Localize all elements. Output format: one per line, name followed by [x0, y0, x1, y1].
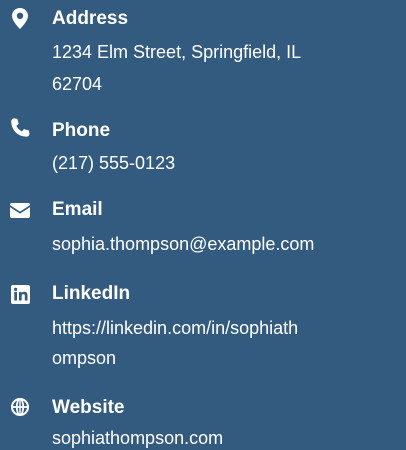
website-link[interactable]: sophiathompson.com	[52, 426, 396, 450]
address-value-line1: 1234 Elm Street, Springfield, IL	[52, 42, 302, 62]
map-pin-icon	[8, 8, 32, 29]
linkedin-label: LinkedIn	[52, 283, 131, 304]
linkedin-link-line2[interactable]: ompson	[52, 346, 396, 370]
email-link[interactable]: sophia.thompson@example.com	[52, 232, 396, 256]
phone-icon	[8, 118, 32, 138]
email-label: Email	[52, 199, 103, 220]
website-label: Website	[52, 397, 125, 418]
address-label: Address	[52, 8, 129, 29]
globe-icon	[8, 398, 32, 416]
linkedin-icon	[8, 285, 32, 304]
phone-label: Phone	[52, 120, 111, 141]
address-value-line2: 62704	[52, 74, 103, 94]
linkedin-link-line1[interactable]: https://linkedin.com/in/sophiath	[52, 316, 396, 340]
phone-link[interactable]: (217) 555-0123	[52, 151, 396, 175]
contact-list: Address 1234 Elm Street, Springfield, IL…	[0, 0, 406, 450]
envelope-icon	[8, 203, 32, 218]
